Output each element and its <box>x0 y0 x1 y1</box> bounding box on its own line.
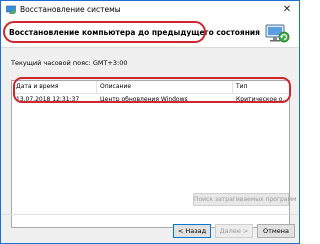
highlight-ring <box>13 77 291 103</box>
system-restore-window: Восстановление системы ✕ Восстановление … <box>0 0 300 244</box>
window-title: Восстановление системы <box>20 5 121 14</box>
cancel-button[interactable]: Отмена <box>257 224 295 238</box>
footer-divider <box>1 214 299 215</box>
next-button[interactable]: Далее > <box>215 224 253 238</box>
highlight-ring <box>3 21 206 43</box>
close-button[interactable]: ✕ <box>281 4 293 16</box>
timezone-label: Текущий часовой пояс: GMT+3:00 <box>11 59 128 67</box>
title-bar[interactable]: Восстановление системы ✕ <box>1 1 299 19</box>
back-button[interactable]: < Назад <box>173 224 211 238</box>
scan-affected-programs-button[interactable]: Поиск затрагиваемых программ <box>193 193 297 206</box>
system-restore-icon <box>6 5 16 14</box>
wizard-content: Текущий часовой пояс: GMT+3:00 Дата и вр… <box>1 48 299 228</box>
wizard-header: Восстановление компьютера до предыдущего… <box>1 19 299 48</box>
system-restore-icon <box>265 24 290 43</box>
